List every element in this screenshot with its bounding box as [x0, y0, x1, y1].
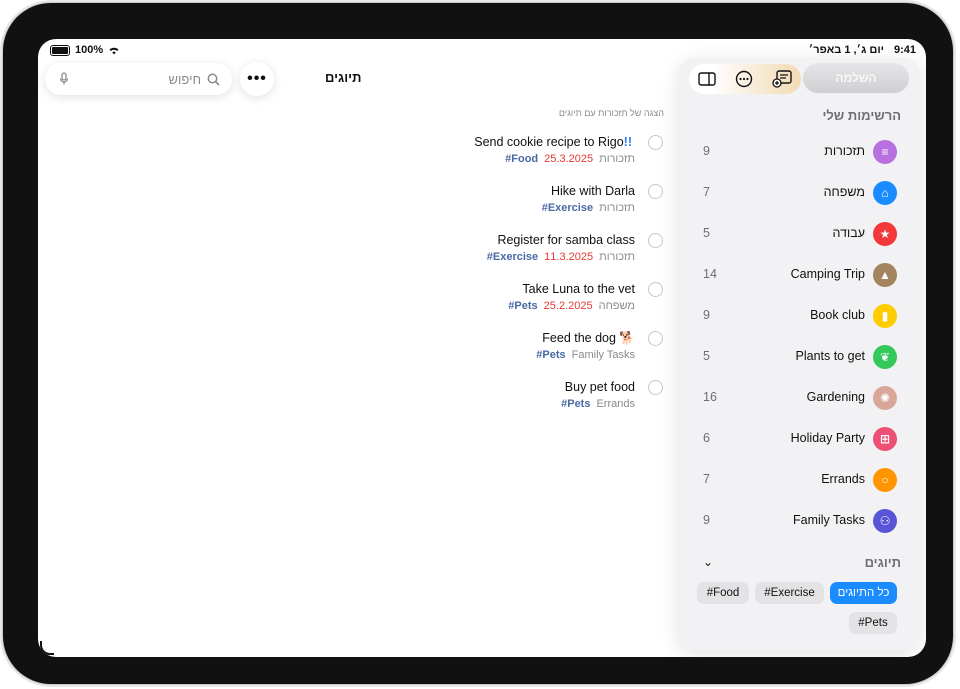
list-count: 9: [703, 513, 710, 527]
battery-icon: [50, 44, 70, 56]
page-title: תיוגים: [325, 70, 362, 85]
list-icon: ≡: [873, 140, 897, 164]
list-count: 7: [703, 185, 710, 199]
circle-icon: ○: [873, 468, 897, 492]
reminder-meta: Errands#Pets: [561, 398, 635, 410]
sidebar: השלמה הרשימות שלי 9 תזכורות ≡ 7 משפחה ⌂ …: [679, 58, 919, 650]
reminder-item[interactable]: Feed the dog 🐕 Family Tasks#Pets: [363, 328, 663, 376]
reminder-title: Take Luna to the vet: [522, 282, 635, 296]
reminders-subheader: הצגה של תזכורות עם תיוגים: [558, 108, 664, 118]
list-name: Gardening: [806, 390, 865, 404]
reminder-meta: תזכורות11.3.2025#Exercise: [486, 251, 635, 263]
status-left: 100%: [50, 44, 120, 56]
sidebar-list-item[interactable]: 9 Family Tasks ⚇: [679, 503, 919, 541]
list-name: Holiday Party: [790, 431, 865, 445]
complete-checkbox[interactable]: [648, 331, 663, 346]
tag-chip-food[interactable]: #Food: [697, 582, 749, 604]
more-options-button[interactable]: •••: [240, 62, 274, 96]
reminder-title: Hike with Darla: [550, 184, 635, 198]
list-count: 9: [703, 144, 710, 158]
sidebar-list-item[interactable]: 5 עבודה ★: [679, 216, 919, 254]
search-placeholder: חיפוש: [168, 71, 201, 87]
tent-icon: ▲: [873, 263, 897, 287]
reminder-title: Register for samba class: [497, 233, 635, 247]
house-icon: ⌂: [873, 181, 897, 205]
status-time: 9:41: [893, 44, 916, 56]
device-frame: 100% 9:41 יום ג׳, 1 באפר׳ חיפוש ••• תיוג…: [3, 3, 953, 684]
list-name: Camping Trip: [790, 267, 865, 281]
sidebar-toolbar: השלמה: [679, 63, 919, 94]
reminder-item[interactable]: Send cookie recipe to Rigo!! תזכורות25.3…: [363, 132, 663, 180]
people-icon: ⚇: [873, 509, 897, 533]
gift-icon: ⊞: [873, 427, 897, 451]
sun-icon: ✺: [873, 386, 897, 410]
list-name: עבודה: [832, 226, 865, 240]
reminder-item[interactable]: Register for samba class תזכורות11.3.202…: [363, 230, 663, 278]
wifi-icon: [109, 47, 119, 54]
list-name: תזכורות: [824, 144, 865, 158]
list-name: Family Tasks: [792, 513, 865, 527]
star-icon: ★: [873, 222, 897, 246]
list-count: 5: [703, 349, 710, 363]
ellipsis-circle-icon[interactable]: [735, 70, 753, 88]
search-field[interactable]: חיפוש: [45, 63, 232, 95]
bookmark-icon: ▮: [873, 304, 897, 328]
complete-checkbox[interactable]: [648, 380, 663, 395]
complete-checkbox[interactable]: [648, 282, 663, 297]
reminder-title: Send cookie recipe to Rigo!!: [474, 135, 632, 149]
tag-chip-exercise[interactable]: #Exercise: [755, 582, 824, 604]
screen: 100% 9:41 יום ג׳, 1 באפר׳ חיפוש ••• תיוג…: [38, 39, 926, 657]
leaf-icon: ❦: [873, 345, 897, 369]
sidebar-list-item[interactable]: 7 Errands ○: [679, 462, 919, 500]
list-count: 6: [703, 431, 710, 445]
list-count: 7: [703, 472, 710, 486]
list-name: Plants to get: [795, 349, 866, 363]
tag-chip-all[interactable]: כל התיוגים: [830, 582, 897, 604]
sidebar-list-item[interactable]: 14 Camping Trip ▲: [679, 257, 919, 295]
microphone-icon[interactable]: [59, 72, 69, 86]
sidebar-toolbar-buttons: [689, 64, 801, 94]
chevron-down-icon[interactable]: ⌄: [703, 555, 713, 569]
reminder-meta: Family Tasks#Pets: [536, 349, 635, 361]
status-right: 9:41 יום ג׳, 1 באפר׳: [809, 44, 916, 56]
list-name: Errands: [821, 472, 865, 486]
reminder-title: Buy pet food: [564, 380, 635, 394]
done-button[interactable]: השלמה: [803, 63, 909, 93]
add-list-icon[interactable]: [771, 70, 792, 88]
sidebar-list-item[interactable]: 9 Book club ▮: [679, 298, 919, 336]
list-count: 16: [703, 390, 717, 404]
list-count: 14: [703, 267, 717, 281]
screen-corner-indicator: [40, 641, 54, 655]
complete-checkbox[interactable]: [648, 135, 663, 150]
reminder-item[interactable]: Hike with Darla תזכורות#Exercise: [363, 181, 663, 229]
status-date: יום ג׳, 1 באפר׳: [808, 44, 884, 56]
reminder-meta: תזכורות#Exercise: [541, 202, 635, 214]
list-count: 5: [703, 226, 710, 240]
sidebar-list-item[interactable]: 6 Holiday Party ⊞: [679, 421, 919, 459]
complete-checkbox[interactable]: [648, 233, 663, 248]
battery-percent: 100%: [75, 44, 104, 56]
my-lists-heading: הרשימות שלי: [822, 108, 901, 123]
complete-checkbox[interactable]: [648, 184, 663, 199]
search-icon: [207, 73, 220, 86]
sidebar-list-item[interactable]: 5 Plants to get ❦: [679, 339, 919, 377]
reminder-meta: משפחה25.2.2025#Pets: [508, 300, 635, 312]
reminder-item[interactable]: Take Luna to the vet משפחה25.2.2025#Pets: [363, 279, 663, 327]
tag-chip-pets[interactable]: #Pets: [849, 612, 897, 634]
list-name: משפחה: [823, 185, 865, 199]
reminder-title: Feed the dog 🐕: [542, 331, 635, 345]
sidebar-list-item[interactable]: 9 תזכורות ≡: [679, 134, 919, 172]
priority-indicator: !!: [623, 135, 632, 149]
list-name: Book club: [810, 308, 865, 322]
sidebar-toggle-icon[interactable]: [698, 72, 717, 86]
reminder-meta: תזכורות25.3.2025#Food: [505, 153, 635, 165]
list-count: 9: [703, 308, 710, 322]
sidebar-list-item[interactable]: 16 Gardening ✺: [679, 380, 919, 418]
reminder-item[interactable]: Buy pet food Errands#Pets: [363, 377, 663, 425]
sidebar-list-item[interactable]: 7 משפחה ⌂: [679, 175, 919, 213]
tags-heading: תיוגים: [864, 555, 901, 570]
